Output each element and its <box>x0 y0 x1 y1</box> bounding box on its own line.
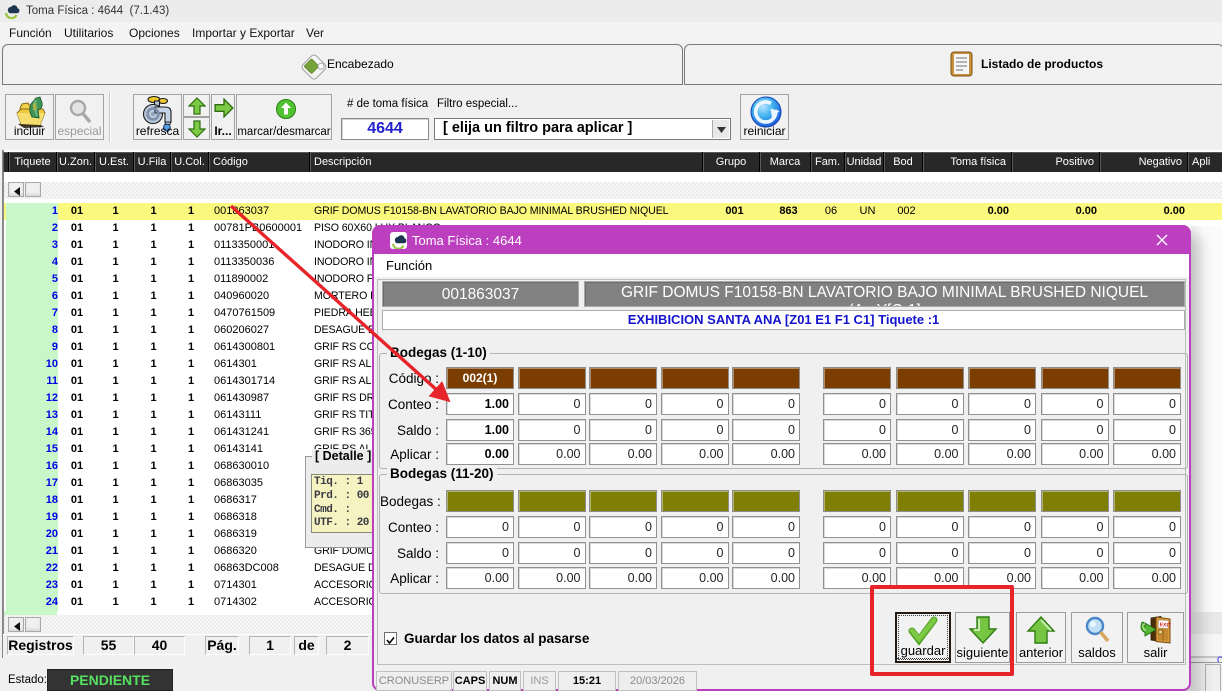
svg-text:$: $ <box>33 102 38 112</box>
svg-text:EXIT: EXIT <box>1159 622 1172 629</box>
